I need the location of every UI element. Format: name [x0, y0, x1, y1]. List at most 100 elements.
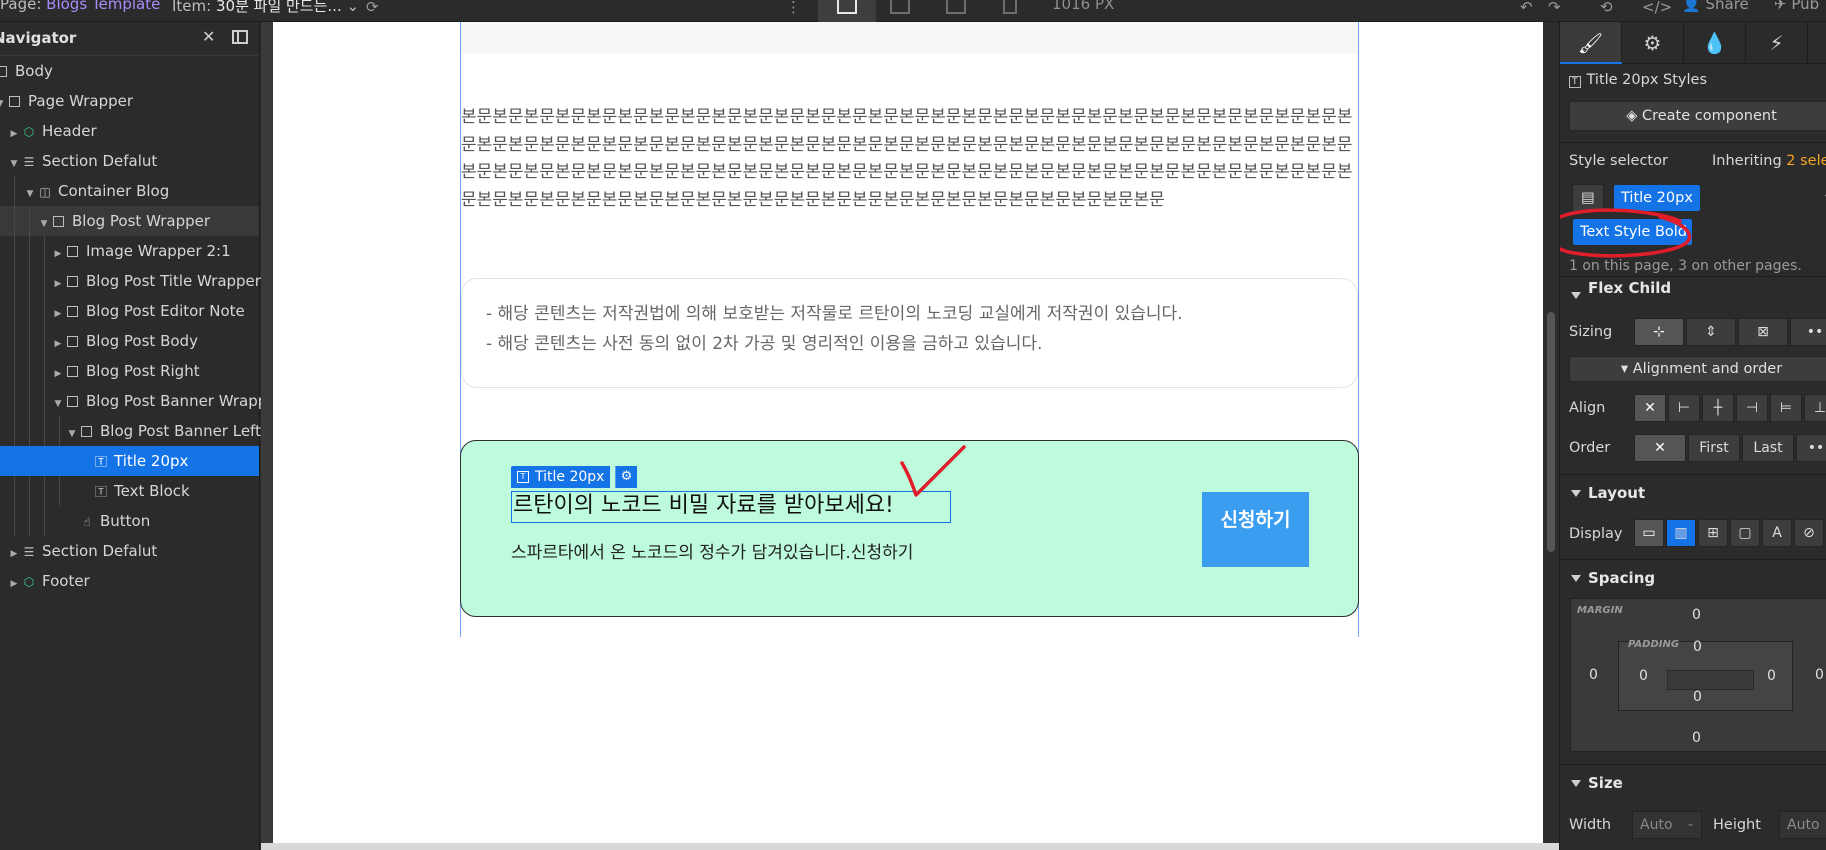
sizing-none-icon[interactable]: ⊠	[1738, 318, 1788, 346]
display-block-icon[interactable]: ▭	[1634, 519, 1664, 547]
blog-post-banner[interactable]: T Title 20px ⚙ 르탄이의 노코드 비밀 자료를 받아보세요! 스파…	[460, 440, 1359, 617]
blog-post-wrapper[interactable]: 본문본문본문본문본문본문본문본문본문본문본문본문본문본문본문본문본문본문본문본문…	[460, 22, 1359, 637]
tree-item-blog-post-title-wrapper[interactable]: ▶ Blog Post Title Wrapper	[0, 266, 261, 299]
padding-bottom-value[interactable]: 0	[1693, 689, 1702, 705]
item-selector[interactable]: Item: 30분 파일 만드는... ⌄	[172, 0, 359, 16]
tree-item-section-defalut[interactable]: ▼ ☰ Section Defalut	[0, 146, 259, 176]
design-canvas[interactable]: 본문본문본문본문본문본문본문본문본문본문본문본문본문본문본문본문본문본문본문본문…	[273, 22, 1543, 843]
caret-right-icon[interactable]: ▶	[52, 239, 64, 269]
margin-left-value[interactable]: 0	[1589, 667, 1598, 683]
tree-item-page-wrapper[interactable]: ▼Page Wrapper	[0, 86, 259, 116]
tree-item-blog-post-banner-left[interactable]: ▼ Blog Post Banner Left	[0, 416, 261, 449]
blog-post-editor-note-area[interactable]	[461, 22, 1358, 54]
breakpoint-mobile-portrait[interactable]	[1003, 0, 1017, 14]
tree-item-text-block[interactable]: 🅃 Text Block	[0, 476, 259, 506]
padding-left-value[interactable]: 0	[1639, 668, 1648, 684]
section-size[interactable]: Size	[1560, 764, 1826, 800]
caret-right-icon[interactable]: ▶	[52, 269, 64, 299]
tree-item-blog-post-body[interactable]: ▶ Blog Post Body	[0, 326, 259, 356]
margin-top-value[interactable]: 0	[1692, 607, 1701, 623]
caret-right-icon[interactable]: ▶	[8, 539, 20, 569]
order-last-button[interactable]: Last	[1742, 434, 1794, 462]
caret-right-icon[interactable]: ▶	[52, 299, 64, 329]
create-component-button[interactable]: ◈ Create component	[1569, 101, 1826, 131]
height-input[interactable]: Auto	[1779, 811, 1826, 839]
banner-title[interactable]: 르탄이의 노코드 비밀 자료를 받아보세요!	[511, 491, 951, 523]
more-icon[interactable]: ••	[1790, 318, 1826, 346]
undo-icon[interactable]: ↶	[1520, 0, 1533, 16]
caret-down-icon[interactable]: ▼	[38, 209, 50, 239]
caret-right-icon[interactable]: ▶	[8, 569, 20, 599]
caret-down-icon[interactable]: ▼	[66, 419, 78, 449]
refresh-icon[interactable]: ⟳	[366, 0, 379, 16]
section-spacing[interactable]: Spacing	[1560, 559, 1826, 595]
tree-item-blog-post-banner-wrapper[interactable]: ▼ Blog Post Banner Wrapper	[0, 386, 283, 419]
publish-button[interactable]: ✈ Pub	[1774, 0, 1819, 13]
section-layout[interactable]: Layout	[1560, 474, 1826, 510]
margin-right-value[interactable]: 0	[1815, 667, 1824, 683]
caret-down-icon[interactable]: ▼	[0, 89, 6, 119]
caret-down-icon[interactable]: ▼	[52, 389, 64, 419]
align-stretch-icon[interactable]: ⊨	[1770, 394, 1802, 422]
code-icon[interactable]: </>	[1642, 0, 1672, 16]
dock-panel-icon[interactable]	[232, 30, 248, 44]
more-icon[interactable]: ••	[1796, 434, 1826, 462]
canvas-scrollbar[interactable]	[1543, 22, 1559, 843]
caret-right-icon[interactable]: ▶	[8, 119, 20, 149]
tree-item-section-defalut-2[interactable]: ▶ ☰ Section Defalut	[0, 536, 259, 566]
padding-top-value[interactable]: 0	[1693, 639, 1702, 655]
display-inline-block-icon[interactable]: ▢	[1730, 519, 1760, 547]
display-grid-icon[interactable]: ⊞	[1698, 519, 1728, 547]
tree-item-image-wrapper[interactable]: ▶ Image Wrapper 2:1	[0, 236, 259, 266]
breakpoint-mobile-landscape[interactable]	[946, 0, 966, 14]
more-icon[interactable]: ⋮	[786, 0, 801, 16]
tree-item-title-20px[interactable]: 🅃 Title 20px	[0, 446, 259, 476]
sizing-shrink-icon[interactable]: ⊹	[1634, 318, 1684, 346]
scrollbar-thumb[interactable]	[1547, 312, 1555, 552]
gear-icon[interactable]: ⚙	[615, 466, 637, 488]
caret-down-icon[interactable]: ▼	[24, 179, 36, 209]
inheriting-info[interactable]: Inheriting 2 selec	[1712, 153, 1826, 169]
tree-item-button[interactable]: ☝ Button	[0, 506, 259, 536]
padding-right-value[interactable]: 0	[1767, 668, 1776, 684]
share-button[interactable]: 👤 Share	[1682, 0, 1749, 13]
align-start-icon[interactable]: ⊢	[1668, 394, 1700, 422]
redo-icon[interactable]: ↷	[1548, 0, 1561, 16]
tree-item-blog-post-right[interactable]: ▶ Blog Post Right	[0, 356, 259, 386]
width-input[interactable]: Auto -	[1632, 811, 1702, 839]
tree-item-container-blog[interactable]: ▼ ◫ Container Blog	[0, 176, 259, 206]
tree-item-blog-post-wrapper[interactable]: ▼ Blog Post Wrapper	[0, 206, 259, 236]
tab-style[interactable]: 🖌	[1560, 22, 1622, 64]
tab-settings[interactable]: ⚙	[1622, 22, 1684, 64]
page-selector[interactable]: Page: Blogs Template	[0, 0, 160, 13]
breakpoint-tablet[interactable]	[890, 0, 910, 14]
align-end-icon[interactable]: ⊣	[1736, 394, 1768, 422]
margin-bottom-value[interactable]: 0	[1692, 730, 1701, 746]
breakpoint-desktop[interactable]	[818, 0, 876, 22]
tab-style-manager[interactable]: 💧	[1684, 22, 1746, 64]
chevron-down-icon[interactable]: ⌄	[1822, 186, 1826, 202]
align-baseline-icon[interactable]: ⊥	[1804, 394, 1826, 422]
selected-element-tag[interactable]: T Title 20px	[511, 466, 611, 488]
banner-text-block[interactable]: 스파르타에서 온 노코드의 정수가 담겨있습니다.신청하기	[511, 538, 913, 563]
copyright-notice[interactable]: - 해당 콘텐츠는 저작권법에 의해 보호받는 저작물로 르탄이의 노코딩 교실…	[461, 278, 1358, 388]
tree-item-header[interactable]: ▶ ⬡ Header	[0, 116, 259, 146]
section-flex-child[interactable]: Flex Child	[1560, 276, 1826, 300]
tree-item-footer[interactable]: ▶ ⬡ Footer	[0, 566, 259, 596]
tree-item-blog-post-editor-note[interactable]: ▶ Blog Post Editor Note	[0, 296, 259, 326]
display-flex-icon[interactable]: ▥	[1666, 519, 1696, 547]
tab-interactions[interactable]: ⚡	[1746, 22, 1808, 64]
sizing-grow-icon[interactable]: ⇕	[1686, 318, 1736, 346]
apply-button[interactable]: 신청하기	[1202, 492, 1309, 567]
tree-item-body[interactable]: Body	[0, 56, 259, 86]
caret-right-icon[interactable]: ▶	[52, 359, 64, 389]
display-none-icon[interactable]: ⊘	[1794, 519, 1824, 547]
display-inline-icon[interactable]: A	[1762, 519, 1792, 547]
close-icon[interactable]: ✕	[202, 27, 215, 46]
align-center-icon[interactable]: ┼	[1702, 394, 1734, 422]
align-none-icon[interactable]: ✕	[1634, 394, 1666, 422]
alignment-order-toggle[interactable]: ▾ Alignment and order	[1569, 356, 1826, 382]
caret-down-icon[interactable]: ▼	[8, 149, 20, 179]
order-none-icon[interactable]: ✕	[1634, 434, 1686, 462]
caret-right-icon[interactable]: ▶	[52, 329, 64, 359]
